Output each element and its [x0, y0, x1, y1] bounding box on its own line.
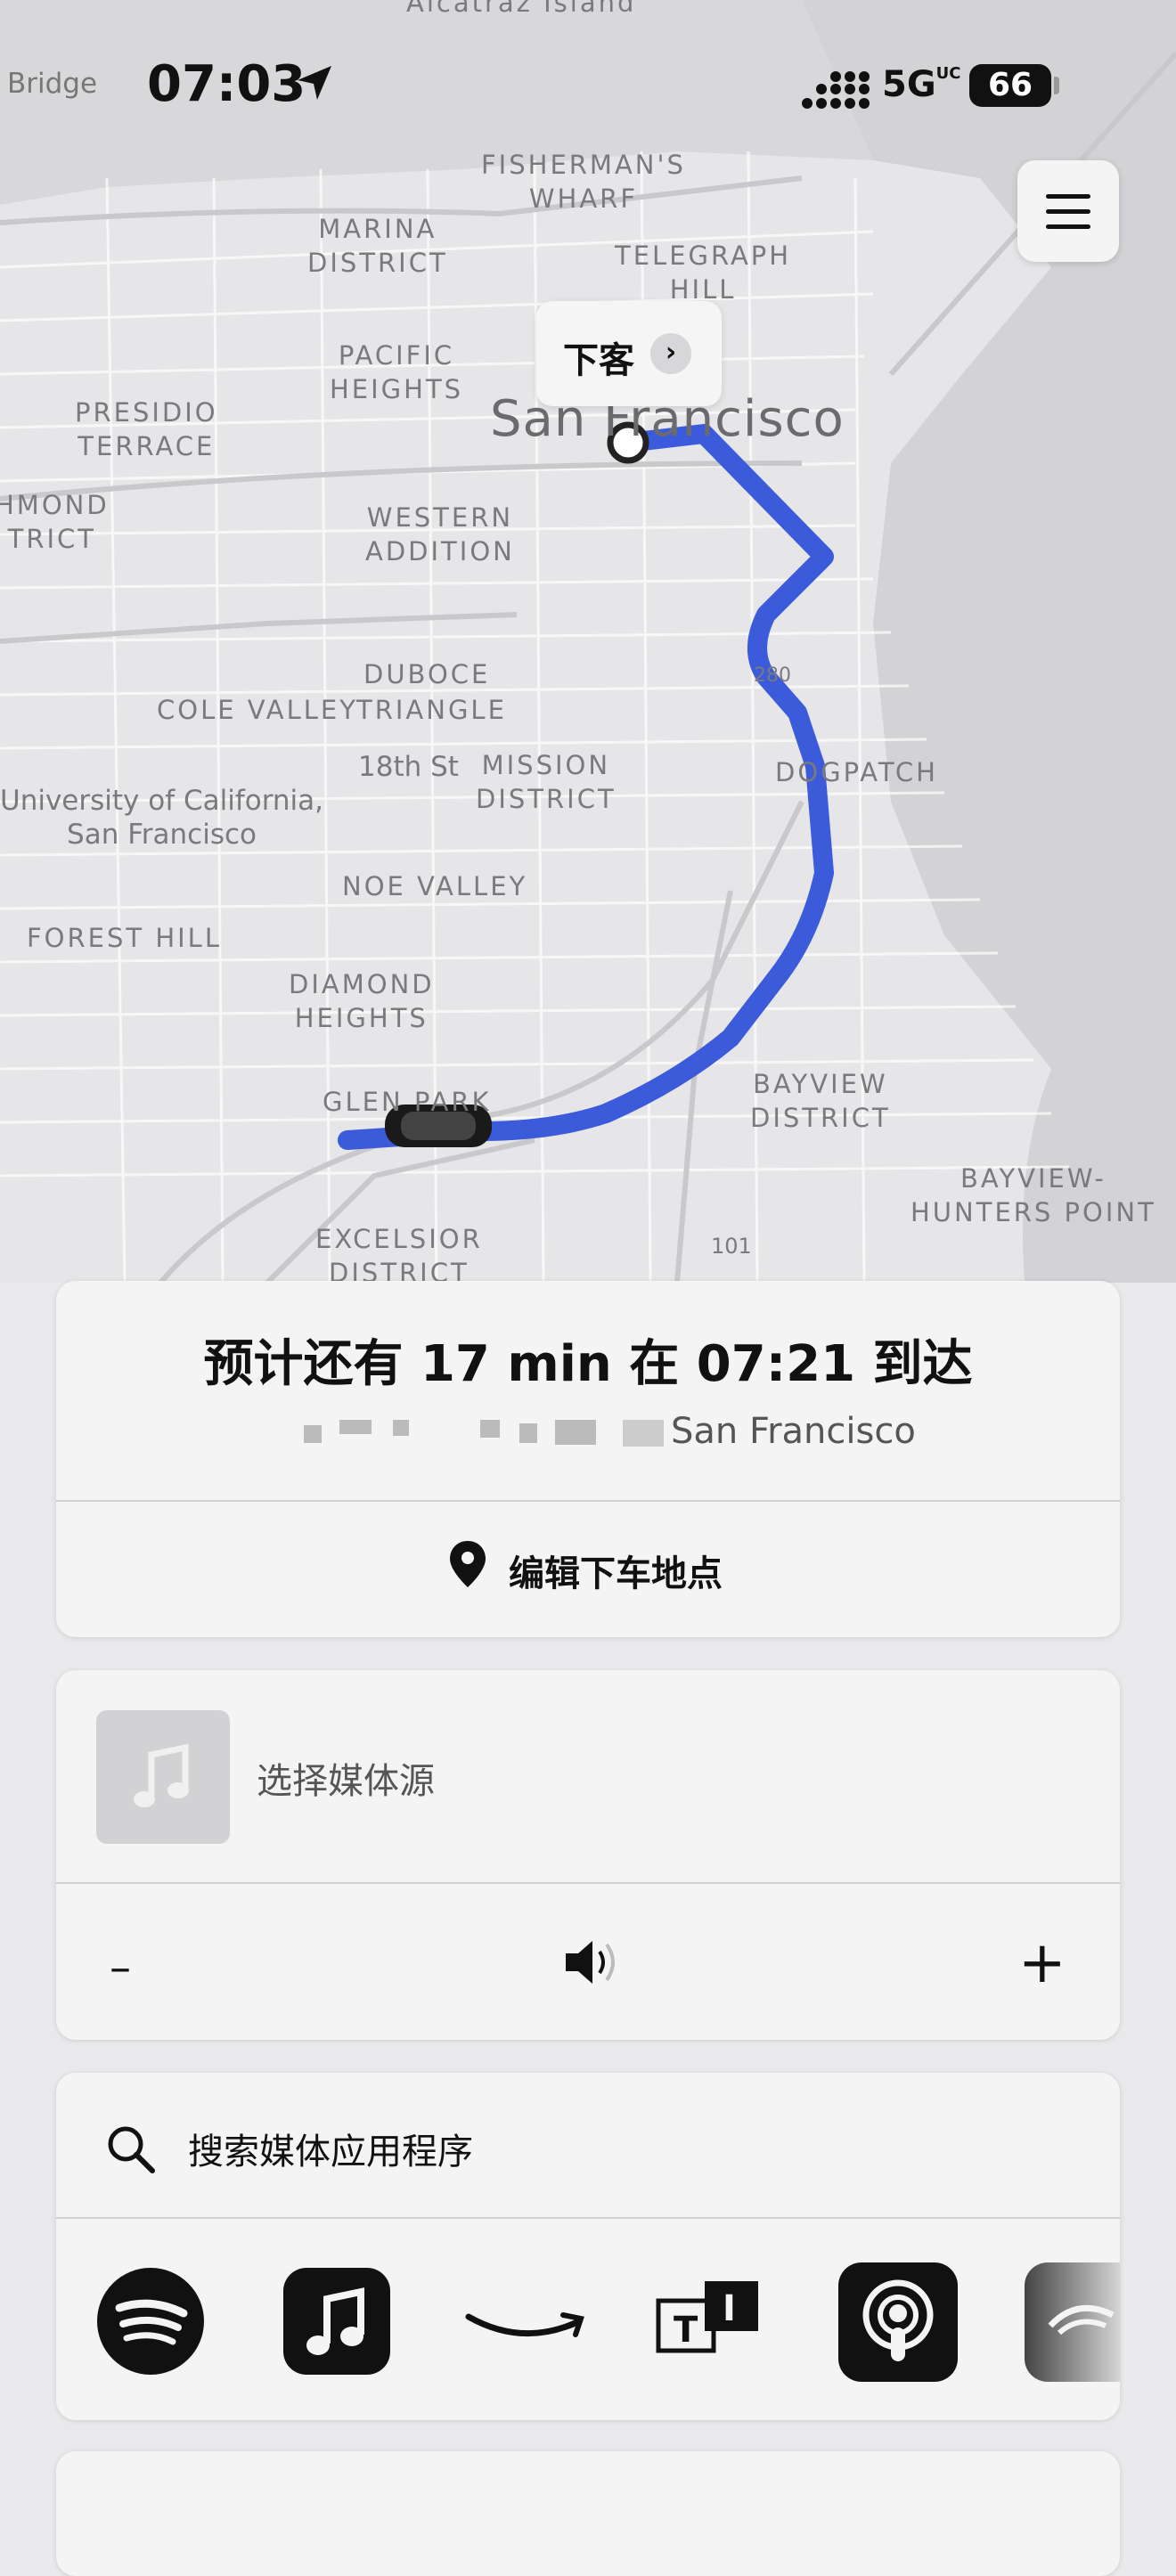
map-label-telegraph-hill: TELEGRAPH HILL: [615, 240, 792, 305]
edit-dropoff-button[interactable]: 编辑下车地点: [56, 1502, 1120, 1637]
redacted-address: [555, 1420, 596, 1445]
media-artwork[interactable]: [96, 1710, 230, 1844]
map-label-presidio-terrace: PRESIDIO TERRACE: [75, 397, 218, 461]
battery-cap: [1054, 77, 1059, 94]
amazon-music-icon[interactable]: [460, 2267, 593, 2376]
dropoff-label: 下客: [563, 340, 634, 381]
dropoff-callout[interactable]: 下客 ›: [536, 301, 722, 406]
network-sup: UC: [935, 64, 961, 83]
back-to-app-label[interactable]: Bridge: [7, 68, 97, 166]
media-card: 选择媒体源 – +: [56, 1670, 1120, 2040]
map-label-duboce: DUBOCE: [363, 659, 491, 689]
menu-button[interactable]: [1017, 160, 1119, 262]
map-label-marina: MARINA DISTRICT: [307, 214, 448, 278]
tunein-icon[interactable]: T I: [653, 2267, 762, 2376]
volume-down-button[interactable]: –: [110, 1943, 131, 1993]
map-label-forest-hill: FOREST HILL: [27, 923, 222, 953]
next-card: [56, 2451, 1120, 2576]
status-time: 07:03: [147, 55, 306, 113]
map-label-bayview-hunters-point: BAYVIEW- HUNTERS POINT: [911, 1163, 1156, 1227]
map-label-bayview: BAYVIEW DISTRICT: [750, 1069, 891, 1133]
map-label-18th-st: 18th St: [358, 751, 459, 783]
map-label-hwy-101: 101: [711, 1234, 752, 1259]
svg-text:T: T: [674, 2310, 698, 2351]
destination-city: San Francisco: [671, 1411, 916, 1452]
map-label-western-addition: WESTERN ADDITION: [365, 502, 515, 567]
location-pin-icon: [450, 1541, 486, 1587]
divider: [56, 2217, 1120, 2219]
map-label-glen-park: GLEN PARK: [323, 1087, 492, 1117]
redacted-address: [339, 1420, 372, 1434]
map-label-noe-valley: NOE VALLEY: [342, 871, 528, 901]
map-label-triangle: TRIANGLE: [356, 695, 507, 725]
map-label-pacific-heights: PACIFIC HEIGHTS: [330, 340, 464, 404]
hamburger-line: [1046, 224, 1090, 229]
divider: [56, 1882, 1120, 1884]
map-label-diamond-heights: DIAMOND HEIGHTS: [289, 969, 435, 1033]
audible-icon[interactable]: [1024, 2262, 1120, 2383]
volume-icon[interactable]: [555, 1928, 632, 1996]
chevron-right-icon: ›: [650, 333, 691, 374]
location-arrow-icon: [298, 66, 331, 100]
search-media-apps-input[interactable]: 搜索媒体应用程序: [188, 2123, 473, 2174]
media-apps-card: 搜索媒体应用程序 T I: [56, 2073, 1120, 2420]
map-label-alcatraz: Alcatraz Island: [406, 0, 637, 18]
map-label-richmond: HMOND TRICT: [0, 490, 110, 554]
map-label-dogpatch: DOGPATCH: [775, 757, 938, 787]
redacted-address: [623, 1420, 664, 1447]
map-label-fishermans-wharf: FISHERMAN'S WHARF: [481, 150, 686, 214]
network-type: 5GUC: [882, 64, 961, 105]
redacted-address: [519, 1423, 537, 1443]
signal-icon: [802, 71, 870, 109]
map-label-hwy-280: 280: [754, 664, 791, 687]
redacted-address: [393, 1420, 409, 1436]
apple-music-icon[interactable]: [282, 2267, 391, 2376]
redacted-address: [480, 1420, 500, 1438]
edit-dropoff-label: 编辑下车地点: [509, 1553, 723, 1594]
network-label: 5G: [882, 64, 936, 105]
map-label-ucsf: University of California, San Francisco: [0, 785, 324, 851]
battery-indicator: 66: [969, 64, 1051, 107]
hamburger-icon: [1046, 194, 1090, 199]
eta-title: 预计还有 17 min 在 07:21 到达: [203, 1335, 973, 1393]
map-label-san-francisco: San Francisco: [490, 390, 845, 448]
spotify-icon[interactable]: [96, 2267, 205, 2376]
search-icon: [108, 2126, 155, 2173]
music-note-icon: [134, 1743, 189, 1807]
map-label-excelsior: EXCELSIOR DISTRICT: [315, 1224, 483, 1283]
hamburger-line: [1046, 209, 1090, 214]
apple-podcasts-icon[interactable]: [837, 2262, 959, 2383]
eta-card: 预计还有 17 min 在 07:21 到达 San Francisco 编辑下…: [56, 1281, 1120, 1637]
select-media-source[interactable]: 选择媒体源: [257, 1752, 435, 1804]
svg-text:I: I: [723, 2288, 736, 2329]
map-label-cole-valley: COLE VALLEY: [157, 695, 358, 725]
map-view[interactable]: Alcatraz Island FISHERMAN'S WHARF MARINA…: [0, 0, 1176, 1283]
volume-up-button[interactable]: +: [1018, 1930, 1066, 1996]
map-label-mission-district: MISSION DISTRICT: [476, 750, 617, 814]
redacted-address: [304, 1425, 322, 1443]
